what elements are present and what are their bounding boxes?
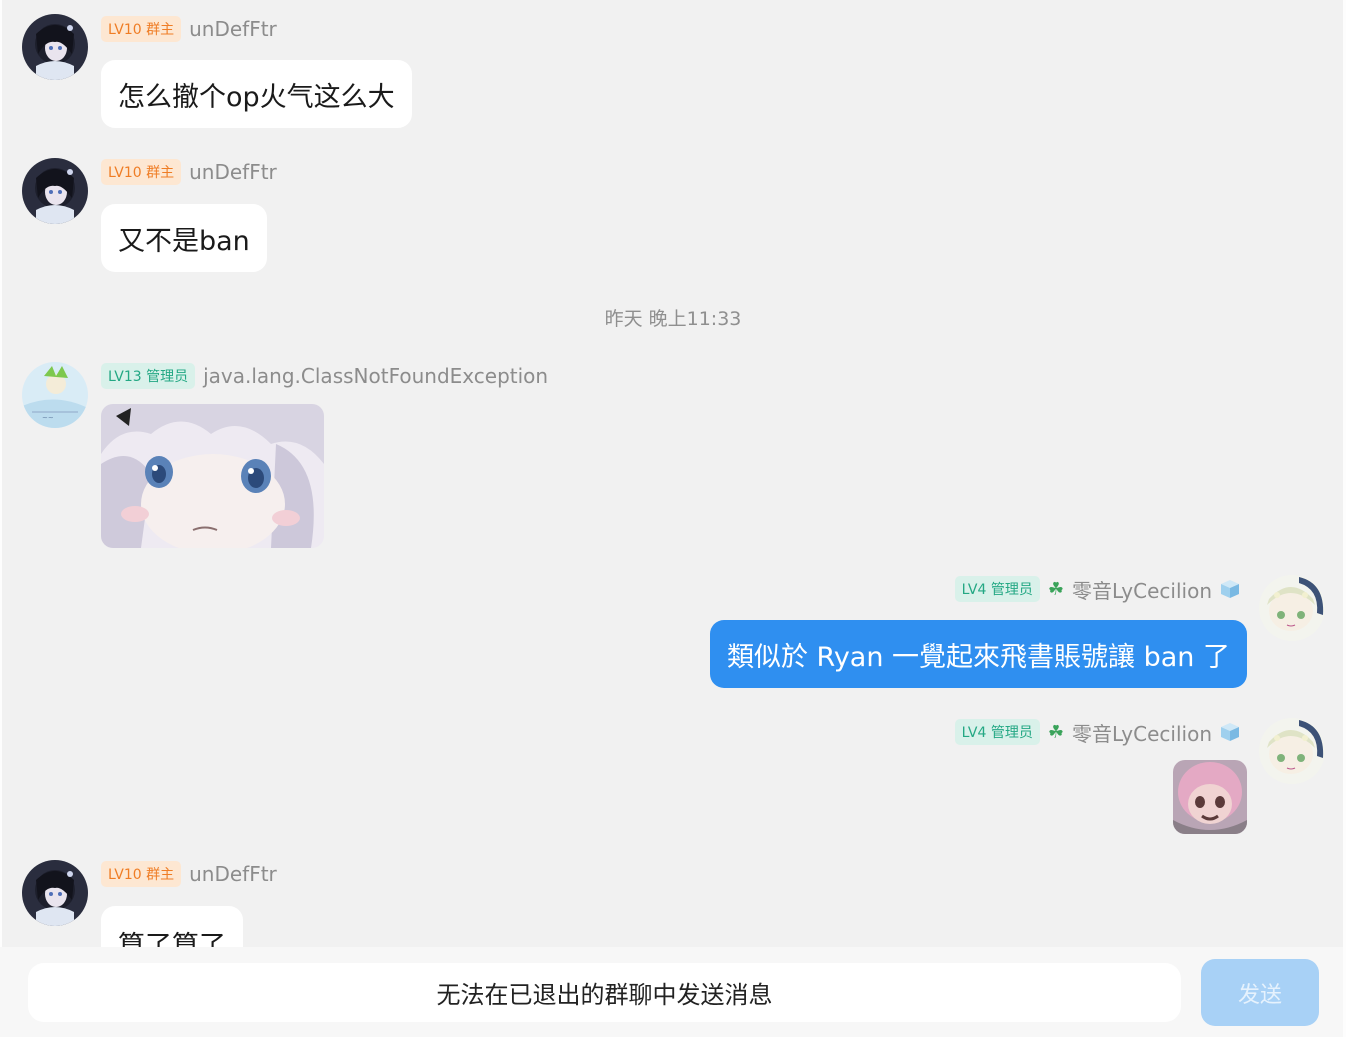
sender-meta: LV4 管理员 ☘ 零音LyCecilion xyxy=(954,718,1240,747)
message-input[interactable]: 无法在已退出的群聊中发送消息 xyxy=(28,963,1181,1022)
avatar[interactable] xyxy=(1259,575,1325,641)
level-badge: LV10 群主 xyxy=(101,861,182,887)
disabled-notice: 无法在已退出的群聊中发送消息 xyxy=(436,981,773,1009)
level-badge: LV10 群主 xyxy=(101,16,182,42)
image-message[interactable] xyxy=(1173,760,1247,834)
sender-meta: LV10 群主 unDefFtr xyxy=(101,860,277,888)
svg-text:~~: ~~ xyxy=(42,414,54,422)
avatar[interactable]: ~~ xyxy=(22,362,88,428)
message-text: 算了算了 xyxy=(118,931,226,947)
avatar[interactable] xyxy=(22,14,88,80)
level-badge: LV4 管理员 xyxy=(954,719,1040,745)
message-text: 怎么撤个op火气这么大 xyxy=(118,81,395,113)
clover-icon: ☘ xyxy=(1047,721,1064,743)
timestamp: 昨天 晚上11:33 xyxy=(604,308,742,330)
sender-name[interactable]: 零音LyCecilion xyxy=(1072,718,1212,747)
sender-name[interactable]: java.lang.ClassNotFoundException xyxy=(203,364,548,388)
message-bubble[interactable]: 類似於 Ryan 一覺起來飛書賬號讓 ban 了 xyxy=(709,620,1247,688)
avatar[interactable] xyxy=(1259,718,1325,784)
level-badge: LV13 管理员 xyxy=(101,363,196,389)
message-bubble[interactable]: 怎么撤个op火气这么大 xyxy=(101,60,412,128)
sender-name[interactable]: unDefFtr xyxy=(189,160,277,184)
sender-name[interactable]: unDefFtr xyxy=(189,17,277,41)
message-text: 又不是ban xyxy=(118,225,250,257)
sender-name[interactable]: unDefFtr xyxy=(189,862,277,886)
send-button[interactable]: 发送 xyxy=(1201,959,1319,1026)
ice-cube-icon xyxy=(1221,580,1239,598)
sender-meta: LV4 管理员 ☘ 零音LyCecilion xyxy=(954,575,1240,604)
avatar[interactable] xyxy=(22,860,88,926)
message-bubble[interactable]: 又不是ban xyxy=(101,204,267,272)
clover-icon: ☘ xyxy=(1047,578,1064,600)
ice-cube-icon xyxy=(1221,723,1239,741)
avatar[interactable] xyxy=(22,158,88,224)
message-bubble[interactable]: 算了算了 xyxy=(101,906,243,947)
sender-meta: LV13 管理员 java.lang.ClassNotFoundExceptio… xyxy=(101,362,548,390)
message-list[interactable]: LV10 群主 unDefFtr 怎么撤个op火气这么大 LV10 群主 unD… xyxy=(0,0,1346,947)
composer-bar: 无法在已退出的群聊中发送消息 发送 xyxy=(0,947,1346,1037)
image-message[interactable] xyxy=(101,404,324,548)
message-text: 類似於 Ryan 一覺起來飛書賬號讓 ban 了 xyxy=(726,641,1230,673)
level-badge: LV10 群主 xyxy=(101,159,182,185)
sender-meta: LV10 群主 unDefFtr xyxy=(101,158,277,186)
sender-name[interactable]: 零音LyCecilion xyxy=(1072,575,1212,604)
level-badge: LV4 管理员 xyxy=(954,576,1040,602)
sender-meta: LV10 群主 unDefFtr xyxy=(101,15,277,43)
